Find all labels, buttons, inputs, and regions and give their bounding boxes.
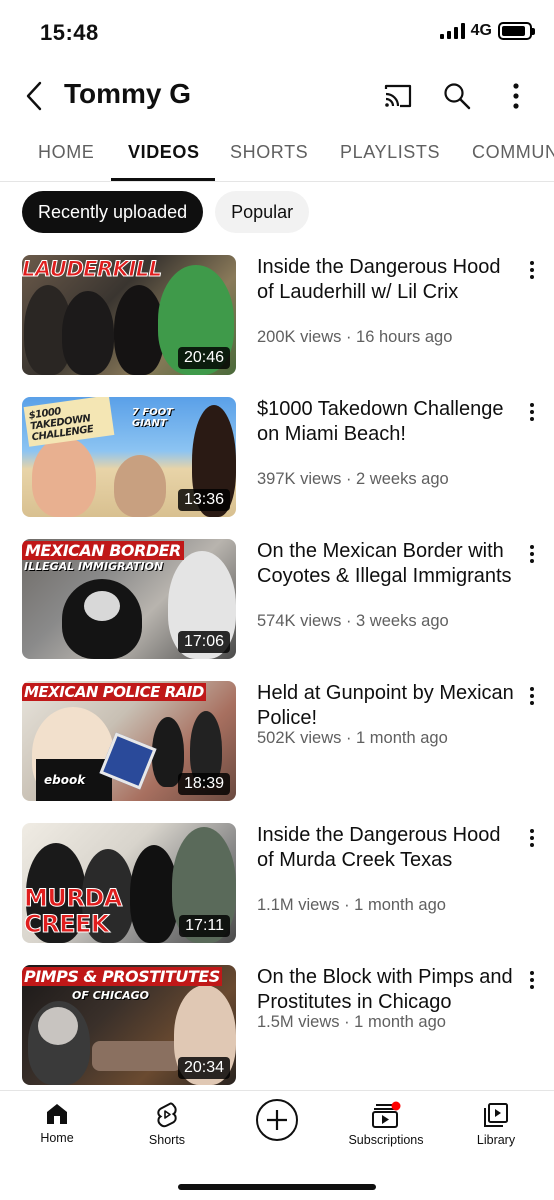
cast-icon xyxy=(384,84,412,108)
channel-tabs: HOME VIDEOS SHORTS PLAYLISTS COMMUN xyxy=(0,126,554,182)
video-meta: 1.1M views · 1 month ago xyxy=(257,896,446,914)
channel-title: Tommy G xyxy=(64,78,192,109)
video-item[interactable]: MEXICAN BORDER ILLEGAL IMMIGRATION 17:06… xyxy=(0,539,554,661)
thumbnail-subtext: OF CHICAGO xyxy=(72,989,150,1002)
video-duration: 17:11 xyxy=(179,915,230,937)
channel-header: Tommy G xyxy=(0,66,554,126)
video-duration: 17:06 xyxy=(177,631,230,653)
nav-home[interactable]: Home xyxy=(2,1101,112,1145)
tab-videos[interactable]: VIDEOS xyxy=(128,142,200,163)
active-tab-indicator xyxy=(111,178,215,181)
video-duration: 20:46 xyxy=(177,347,230,369)
video-duration: 20:34 xyxy=(177,1057,230,1079)
more-options-button[interactable] xyxy=(496,76,536,116)
video-more-button[interactable] xyxy=(522,257,542,283)
nav-library[interactable]: Library xyxy=(441,1101,551,1147)
tab-shorts[interactable]: SHORTS xyxy=(230,142,308,163)
chip-popular[interactable]: Popular xyxy=(215,191,310,233)
nav-shorts[interactable]: Shorts xyxy=(112,1101,222,1147)
search-button[interactable] xyxy=(437,76,477,116)
video-meta: 502K views · 1 month ago xyxy=(257,729,448,747)
video-title[interactable]: On the Block with Pimps and Prostitutes … xyxy=(257,965,519,1015)
video-thumbnail[interactable]: PIMPS & PROSTITUTES OF CHICAGO 20:34 xyxy=(22,965,236,1085)
video-title[interactable]: Held at Gunpoint by Mexican Police! xyxy=(257,681,519,731)
video-thumbnail[interactable]: MURDA CREEK 17:11 xyxy=(22,823,236,943)
status-bar: 15:48 4G xyxy=(0,0,554,66)
video-more-button[interactable] xyxy=(522,399,542,425)
video-meta: 397K views · 2 weeks ago xyxy=(257,470,449,488)
bottom-navigation: Home Shorts Subscriptions Library xyxy=(0,1090,554,1200)
tab-home[interactable]: HOME xyxy=(38,142,94,163)
video-meta: 1.5M views · 1 month ago xyxy=(257,1013,446,1031)
video-more-button[interactable] xyxy=(522,683,542,709)
video-more-button[interactable] xyxy=(522,825,542,851)
search-icon xyxy=(444,83,471,110)
tab-playlists[interactable]: PLAYLISTS xyxy=(340,142,440,163)
video-more-button[interactable] xyxy=(522,541,542,567)
status-indicators: 4G xyxy=(439,22,535,40)
sort-chips: Recently uploaded Popular xyxy=(22,191,310,233)
video-item[interactable]: MEXICAN POLICE RAID ebook 18:39 Held at … xyxy=(0,681,554,803)
video-item[interactable]: MURDA CREEK 17:11 Inside the Dangerous H… xyxy=(0,823,554,945)
video-title[interactable]: $1000 Takedown Challenge on Miami Beach! xyxy=(257,397,519,447)
library-icon xyxy=(484,1103,508,1127)
subscriptions-icon xyxy=(372,1101,401,1128)
nav-subscriptions[interactable]: Subscriptions xyxy=(331,1101,441,1147)
video-title[interactable]: Inside the Dangerous Hood of Lauderhill … xyxy=(257,255,519,305)
nav-subscriptions-label: Subscriptions xyxy=(348,1133,424,1147)
thumbnail-text: MURDA CREEK xyxy=(24,884,123,938)
signal-icon xyxy=(439,23,465,39)
home-indicator xyxy=(178,1184,376,1190)
thumbnail-text: MEXICAN POLICE RAID xyxy=(22,683,206,701)
thumbnail-text: LAUDERKILL xyxy=(22,257,163,282)
cast-button[interactable] xyxy=(378,76,418,116)
video-thumbnail[interactable]: $1000 TAKEDOWN CHALLENGE 7 FOOT GIANT 13… xyxy=(22,397,236,517)
nav-create[interactable] xyxy=(222,1097,332,1143)
video-thumbnail[interactable]: LAUDERKILL 20:46 xyxy=(22,255,236,375)
video-title[interactable]: On the Mexican Border with Coyotes & Ill… xyxy=(257,539,519,589)
video-thumbnail[interactable]: MEXICAN POLICE RAID ebook 18:39 xyxy=(22,681,236,801)
thumbnail-text: PIMPS & PROSTITUTES xyxy=(22,967,222,986)
thumbnail-subtext: ILLEGAL IMMIGRATION xyxy=(24,560,164,573)
video-meta: 574K views · 3 weeks ago xyxy=(257,612,449,630)
network-label: 4G xyxy=(470,22,492,39)
video-duration: 13:36 xyxy=(177,489,230,511)
video-more-button[interactable] xyxy=(522,967,542,993)
chip-recently-uploaded[interactable]: Recently uploaded xyxy=(22,191,204,233)
status-time: 15:48 xyxy=(40,20,99,45)
home-icon xyxy=(47,1104,67,1124)
shorts-icon xyxy=(157,1102,177,1128)
nav-library-label: Library xyxy=(476,1133,516,1147)
notification-dot-icon xyxy=(391,1101,401,1111)
nav-shorts-label: Shorts xyxy=(148,1133,186,1147)
back-button[interactable] xyxy=(16,76,52,116)
battery-icon xyxy=(498,22,535,40)
video-thumbnail[interactable]: MEXICAN BORDER ILLEGAL IMMIGRATION 17:06 xyxy=(22,539,236,659)
more-vert-icon xyxy=(513,83,519,109)
create-icon xyxy=(256,1099,298,1141)
nav-home-label: Home xyxy=(40,1131,74,1145)
video-duration: 18:39 xyxy=(177,773,230,795)
video-item[interactable]: LAUDERKILL 20:46 Inside the Dangerous Ho… xyxy=(0,255,554,377)
video-title[interactable]: Inside the Dangerous Hood of Murda Creek… xyxy=(257,823,519,873)
back-arrow-icon xyxy=(26,81,42,111)
video-meta: 200K views · 16 hours ago xyxy=(257,328,453,346)
thumbnail-subtext: ebook xyxy=(44,773,86,787)
video-item[interactable]: $1000 TAKEDOWN CHALLENGE 7 FOOT GIANT 13… xyxy=(0,397,554,519)
tab-community[interactable]: COMMUN xyxy=(472,142,554,163)
video-item[interactable]: PIMPS & PROSTITUTES OF CHICAGO 20:34 On … xyxy=(0,965,554,1087)
thumbnail-text: MEXICAN BORDER xyxy=(22,541,184,560)
thumbnail-subtext: 7 FOOT GIANT xyxy=(132,407,174,429)
